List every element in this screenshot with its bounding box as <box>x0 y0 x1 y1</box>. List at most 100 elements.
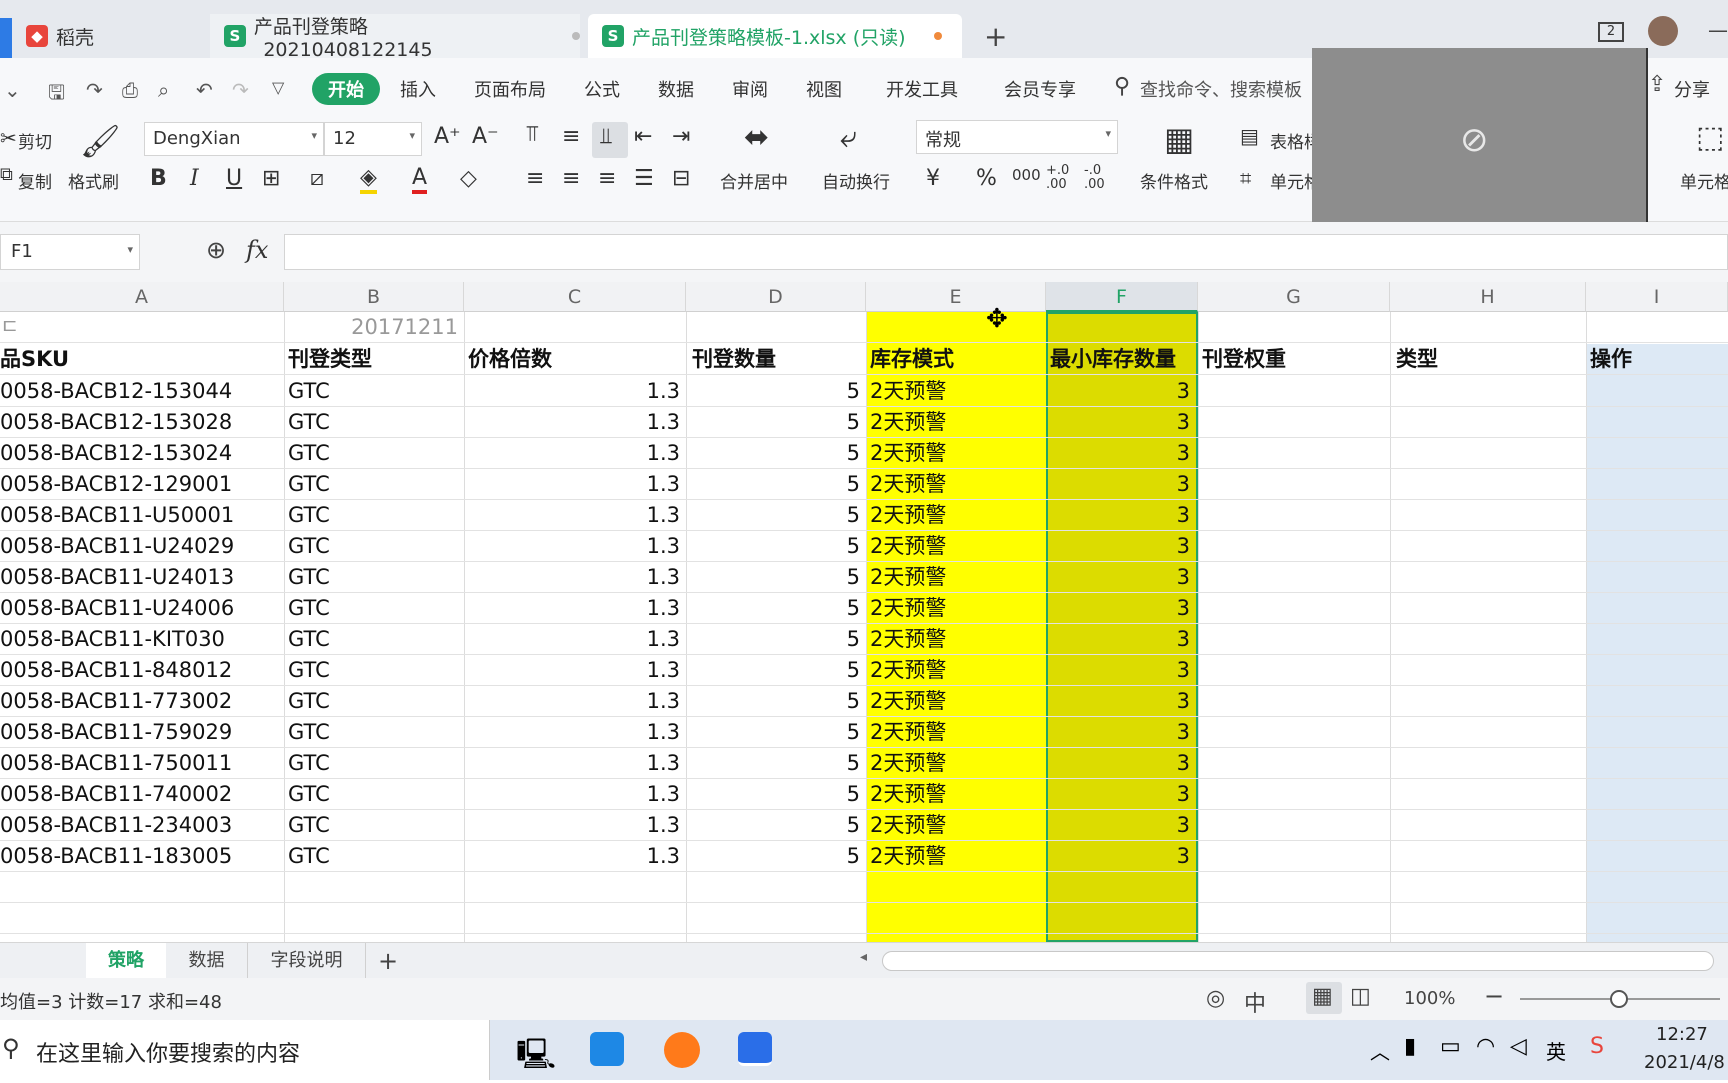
sheet-tab-strategy[interactable]: 策略 <box>86 943 166 979</box>
justify-icon[interactable]: ☰ <box>634 166 654 191</box>
cell-listing-qty[interactable]: 5 <box>686 500 866 530</box>
zoom-out-icon[interactable]: − <box>1484 982 1504 1010</box>
cell-min-stock[interactable]: 3 <box>1046 655 1196 685</box>
col-header-C[interactable]: C <box>464 282 686 312</box>
volume-icon[interactable]: ◁ <box>1510 1034 1527 1059</box>
increase-font-icon[interactable]: A⁺ <box>434 124 461 149</box>
wps-app-icon[interactable] <box>738 1032 772 1066</box>
cell-listing-type[interactable]: GTC <box>288 407 462 437</box>
cell-listing-type[interactable]: GTC <box>288 469 462 499</box>
taskbar-search-box[interactable]: ⚲ 在这里输入你要搜索的内容 <box>0 1020 490 1080</box>
sheet-tab-field-notes[interactable]: 字段说明 <box>248 943 366 979</box>
menu-data[interactable]: 数据 <box>658 76 694 102</box>
cell-stock-mode[interactable]: 2天预警 <box>870 376 1044 406</box>
cell-sku[interactable]: 0058-BACB12-153044 <box>0 376 280 406</box>
cell-listing-qty[interactable]: 5 <box>686 810 866 840</box>
save-icon[interactable]: 🖫 <box>48 78 65 112</box>
cell-listing-qty[interactable]: 5 <box>686 438 866 468</box>
decrease-decimal-button[interactable]: -.0 .00 <box>1084 164 1105 192</box>
cell-price-multiplier[interactable]: 1.3 <box>464 593 686 623</box>
borders-icon[interactable]: ⊞ <box>262 166 280 191</box>
font-size-select[interactable]: 12 ▾ <box>324 122 422 156</box>
cell-listing-qty[interactable]: 5 <box>686 717 866 747</box>
zoom-slider-handle[interactable] <box>1610 990 1628 1008</box>
conditional-format-button[interactable]: 条件格式 <box>1140 168 1208 193</box>
cell-price-multiplier[interactable]: 1.3 <box>464 500 686 530</box>
bold-icon[interactable]: B <box>150 166 167 191</box>
cell-sku[interactable]: 0058-BACB12-129001 <box>0 469 280 499</box>
formula-input[interactable] <box>284 234 1728 270</box>
cell-stock-mode[interactable]: 2天预警 <box>870 810 1044 840</box>
cell-listing-type[interactable]: GTC <box>288 438 462 468</box>
cell-stock-mode[interactable]: 2天预警 <box>870 717 1044 747</box>
cut-button[interactable]: 剪切 <box>18 128 52 153</box>
cell-listing-type[interactable]: GTC <box>288 531 462 561</box>
cell-listing-type[interactable]: GTC <box>288 841 462 871</box>
increase-decimal-button[interactable]: +.0 .00 <box>1046 164 1069 192</box>
horizontal-scrollbar[interactable] <box>882 951 1714 971</box>
clock-date[interactable]: 2021/4/8 <box>1644 1052 1725 1073</box>
microphone-icon[interactable]: ▮ <box>1404 1034 1416 1059</box>
cell-min-stock[interactable]: 3 <box>1046 438 1196 468</box>
merge-center-button[interactable]: 合并居中 <box>720 168 788 193</box>
align-right-icon[interactable]: ≡ <box>598 166 616 191</box>
col-header-F[interactable]: F <box>1046 282 1198 312</box>
ime-indicator[interactable]: 英 <box>1546 1036 1566 1065</box>
currency-format-button[interactable]: ¥ <box>926 166 940 191</box>
cell-min-stock[interactable]: 3 <box>1046 748 1196 778</box>
font-color-icon[interactable]: A <box>412 166 428 194</box>
align-center-icon[interactable]: ≡ <box>562 166 580 191</box>
chevron-down-icon[interactable]: ⌄ <box>4 78 21 102</box>
cell-listing-qty[interactable]: 5 <box>686 624 866 654</box>
cell-listing-type[interactable]: GTC <box>288 686 462 716</box>
cell-stock-mode[interactable]: 2天预警 <box>870 469 1044 499</box>
cell-stock-mode[interactable]: 2天预警 <box>870 500 1044 530</box>
cell-stock-mode[interactable]: 2天预警 <box>870 748 1044 778</box>
cell-listing-type[interactable]: GTC <box>288 748 462 778</box>
cell-stock-mode[interactable]: 2天预警 <box>870 655 1044 685</box>
cell-sku[interactable]: 0058-BACB11-KIT030 <box>0 624 280 654</box>
header-listing-type[interactable]: 刊登类型 <box>288 344 462 374</box>
cell-listing-type[interactable]: GTC <box>288 624 462 654</box>
cell-min-stock[interactable]: 3 <box>1046 593 1196 623</box>
cell-listing-type[interactable]: GTC <box>288 810 462 840</box>
cell-sku[interactable]: 0058-BACB11-750011 <box>0 748 280 778</box>
scroll-left-icon[interactable]: ◂ <box>860 949 867 965</box>
header-weight[interactable]: 刊登权重 <box>1202 344 1388 374</box>
cell-min-stock[interactable]: 3 <box>1046 376 1196 406</box>
cell-price-multiplier[interactable]: 1.3 <box>464 562 686 592</box>
menu-home[interactable]: 开始 <box>312 73 380 105</box>
cell-price-multiplier[interactable]: 1.3 <box>464 655 686 685</box>
align-left-icon[interactable]: ≡ <box>526 166 544 191</box>
cell-listing-qty[interactable]: 5 <box>686 469 866 499</box>
add-sheet-button[interactable]: + <box>368 943 408 979</box>
cell-listing-type[interactable]: GTC <box>288 376 462 406</box>
firefox-app-icon[interactable] <box>664 1032 700 1068</box>
cell-min-stock[interactable]: 3 <box>1046 717 1196 747</box>
cell-listing-qty[interactable]: 5 <box>686 655 866 685</box>
cell-min-stock[interactable]: 3 <box>1046 686 1196 716</box>
increase-indent-icon[interactable]: ⇥ <box>672 124 690 149</box>
cell-sku[interactable]: 0058-BACB12-153024 <box>0 438 280 468</box>
cell-min-stock[interactable]: 3 <box>1046 779 1196 809</box>
cell-stock-mode[interactable]: 2天预警 <box>870 407 1044 437</box>
cell-listing-qty[interactable]: 5 <box>686 686 866 716</box>
export-icon[interactable]: ↷ <box>86 78 103 102</box>
cell-listing-type[interactable]: GTC <box>288 655 462 685</box>
font-name-select[interactable]: DengXian ▾ <box>144 122 324 156</box>
tab-strategy-template[interactable]: S 产品刊登策略模板-1.xlsx (只读) <box>588 14 962 58</box>
thousands-separator-button[interactable]: 000 <box>1012 166 1041 184</box>
cell-listing-qty[interactable]: 5 <box>686 779 866 809</box>
header-sku[interactable]: 品SKU <box>0 344 280 374</box>
cell-listing-type[interactable]: GTC <box>288 562 462 592</box>
cell-sku[interactable]: 0058-BACB11-183005 <box>0 841 280 871</box>
align-middle-icon[interactable]: ≡ <box>562 124 580 149</box>
sheet-tab-data[interactable]: 数据 <box>166 943 248 979</box>
battery-icon[interactable]: ▭ <box>1440 1034 1461 1059</box>
underline-icon[interactable]: U <box>226 166 242 191</box>
zoom-formula-icon[interactable]: ⊕ <box>206 236 226 264</box>
cell-stock-mode[interactable]: 2天预警 <box>870 593 1044 623</box>
cell-sku[interactable]: 0058-BACB11-234003 <box>0 810 280 840</box>
col-header-I[interactable]: I <box>1586 282 1728 312</box>
cell-min-stock[interactable]: 3 <box>1046 469 1196 499</box>
